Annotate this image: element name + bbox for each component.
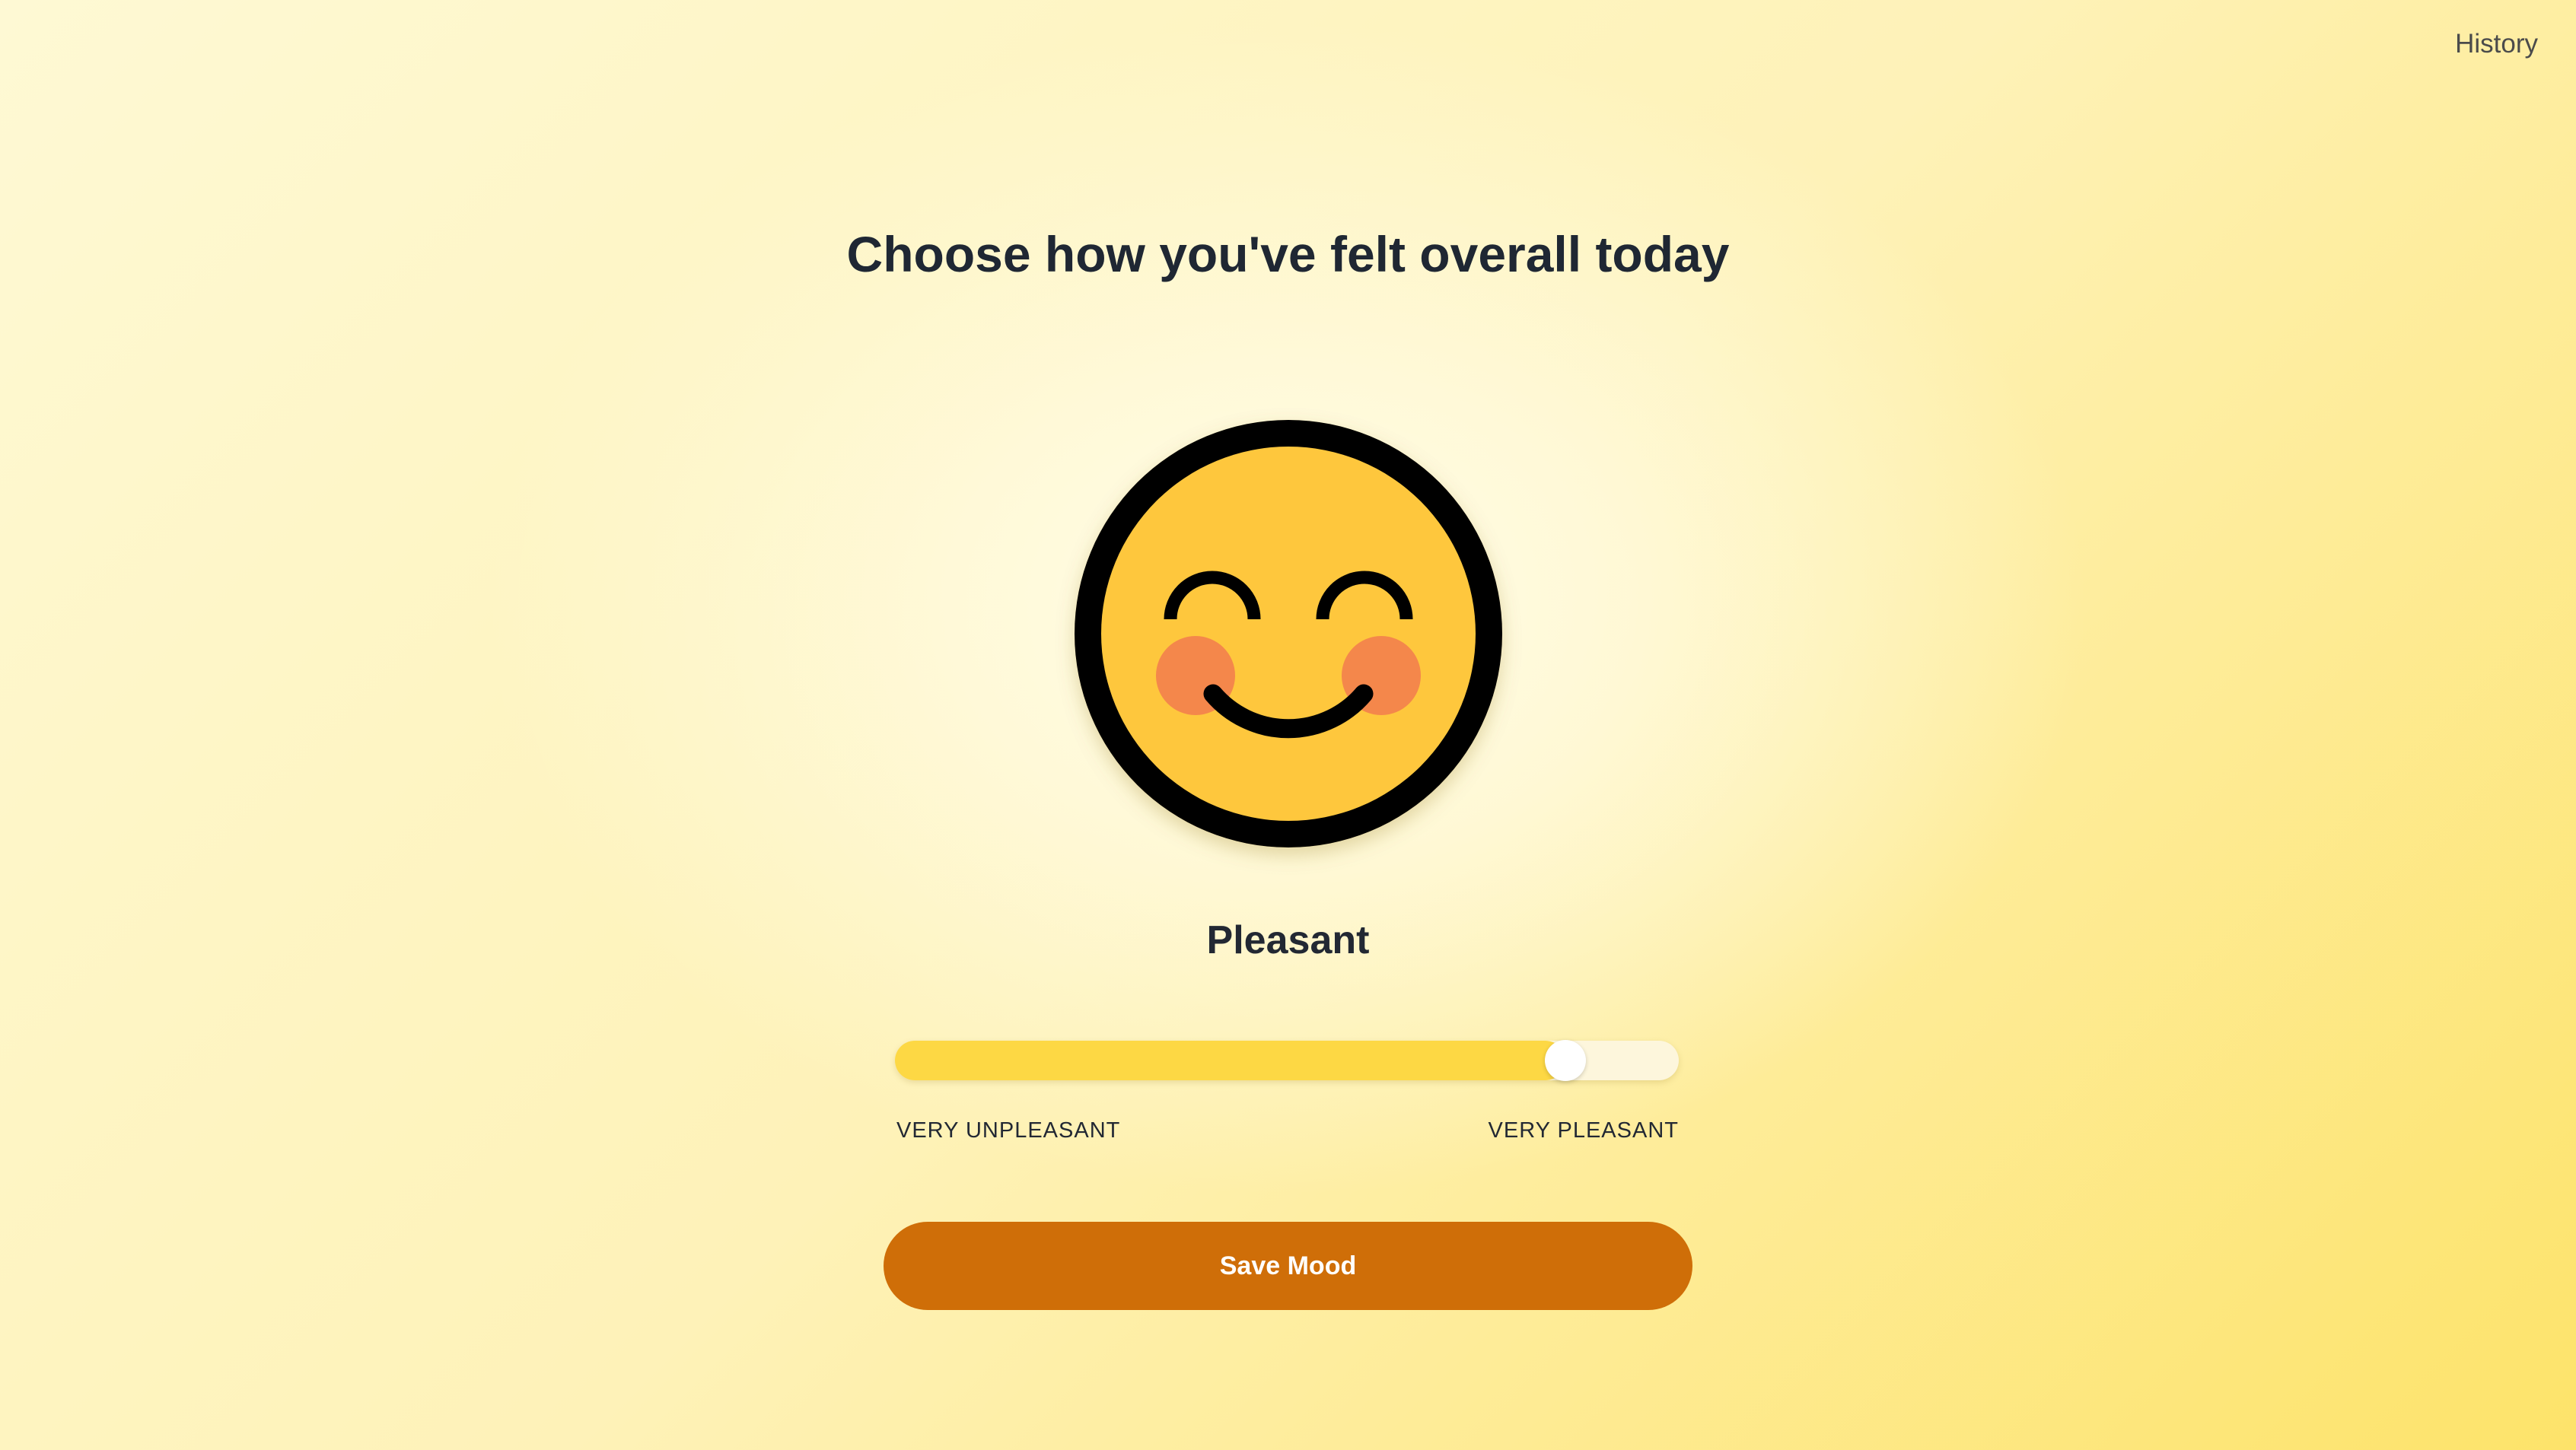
mood-slider[interactable] [895,1040,1679,1081]
slider-fill [895,1041,1565,1080]
save-mood-button[interactable]: Save Mood [884,1222,1692,1310]
smiling-face-icon [1075,420,1502,847]
mood-emoji [1075,420,1502,847]
face-fill [1101,447,1476,821]
slider-min-label: VERY UNPLEASANT [896,1118,1121,1143]
slider-thumb[interactable] [1544,1040,1586,1081]
mood-label: Pleasant [1206,918,1370,962]
history-link[interactable]: History [2455,29,2538,59]
slider-max-label: VERY PLEASANT [1488,1118,1679,1143]
page-title: Choose how you've felt overall today [846,226,1730,282]
